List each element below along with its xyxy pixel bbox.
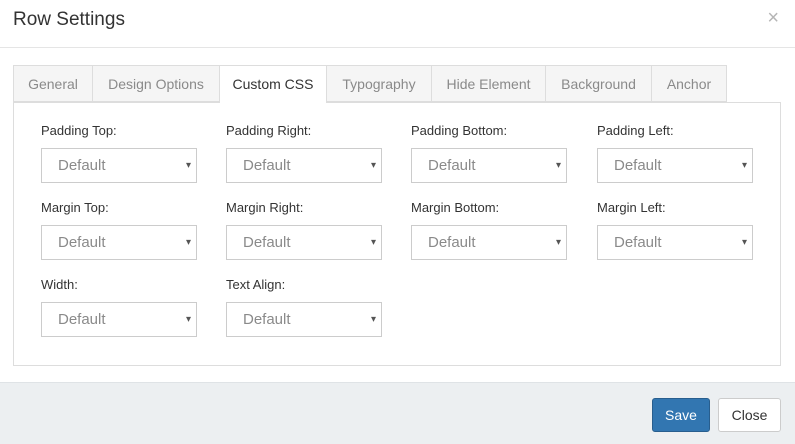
margin-left-select[interactable]: Default ▾ bbox=[597, 225, 753, 260]
margin-top-label: Margin Top: bbox=[41, 200, 109, 215]
margin-bottom-field: Margin Bottom: Default ▾ bbox=[411, 199, 567, 260]
chevron-down-icon: ▾ bbox=[370, 314, 376, 325]
text-align-label: Text Align: bbox=[226, 277, 286, 292]
chevron-down-icon: ▾ bbox=[185, 314, 191, 325]
margin-right-value: Default bbox=[243, 234, 291, 251]
chevron-down-icon: ▾ bbox=[555, 237, 561, 248]
padding-top-value: Default bbox=[58, 157, 106, 174]
padding-right-value: Default bbox=[243, 157, 291, 174]
dialog-title: Row Settings bbox=[13, 9, 125, 30]
margin-bottom-label: Margin Bottom: bbox=[411, 200, 500, 215]
padding-left-select[interactable]: Default ▾ bbox=[597, 148, 753, 183]
tab-bar: General Design Options Custom CSS Typogr… bbox=[13, 65, 727, 103]
custom-css-panel: Padding Top: Default ▾ Padding Right: De… bbox=[13, 102, 781, 366]
tab-design-options[interactable]: Design Options bbox=[92, 65, 219, 102]
close-button[interactable]: Close bbox=[718, 398, 781, 432]
width-field: Width: Default ▾ bbox=[41, 276, 197, 337]
margin-left-label: Margin Left: bbox=[597, 200, 666, 215]
padding-bottom-select[interactable]: Default ▾ bbox=[411, 148, 567, 183]
margin-left-field: Margin Left: Default ▾ bbox=[597, 199, 753, 260]
padding-left-value: Default bbox=[614, 157, 662, 174]
chevron-down-icon: ▾ bbox=[185, 160, 191, 171]
margin-bottom-value: Default bbox=[428, 234, 476, 251]
padding-top-label: Padding Top: bbox=[41, 123, 117, 138]
dialog-footer: Save Close bbox=[0, 382, 795, 444]
padding-bottom-label: Padding Bottom: bbox=[411, 123, 508, 138]
chevron-down-icon: ▾ bbox=[370, 160, 376, 171]
close-icon[interactable]: × bbox=[767, 8, 779, 28]
chevron-down-icon: ▾ bbox=[370, 237, 376, 248]
padding-left-field: Padding Left: Default ▾ bbox=[597, 122, 753, 183]
width-label: Width: bbox=[41, 277, 78, 292]
width-value: Default bbox=[58, 311, 106, 328]
dialog-header: Row Settings × bbox=[0, 0, 795, 48]
padding-left-label: Padding Left: bbox=[597, 123, 674, 138]
padding-right-field: Padding Right: Default ▾ bbox=[226, 122, 382, 183]
padding-top-field: Padding Top: Default ▾ bbox=[41, 122, 197, 183]
tab-background[interactable]: Background bbox=[545, 65, 651, 102]
chevron-down-icon: ▾ bbox=[741, 237, 747, 248]
row-settings-dialog: Row Settings × General Design Options Cu… bbox=[0, 0, 795, 444]
chevron-down-icon: ▾ bbox=[555, 160, 561, 171]
margin-top-select[interactable]: Default ▾ bbox=[41, 225, 197, 260]
text-align-field: Text Align: Default ▾ bbox=[226, 276, 382, 337]
save-button[interactable]: Save bbox=[652, 398, 710, 432]
margin-top-value: Default bbox=[58, 234, 106, 251]
tab-general[interactable]: General bbox=[13, 65, 92, 102]
margin-top-field: Margin Top: Default ▾ bbox=[41, 199, 197, 260]
margin-right-field: Margin Right: Default ▾ bbox=[226, 199, 382, 260]
text-align-select[interactable]: Default ▾ bbox=[226, 302, 382, 337]
margin-right-select[interactable]: Default ▾ bbox=[226, 225, 382, 260]
padding-right-label: Padding Right: bbox=[226, 123, 312, 138]
padding-top-select[interactable]: Default ▾ bbox=[41, 148, 197, 183]
margin-bottom-select[interactable]: Default ▾ bbox=[411, 225, 567, 260]
tab-anchor[interactable]: Anchor bbox=[651, 65, 727, 102]
padding-right-select[interactable]: Default ▾ bbox=[226, 148, 382, 183]
margin-left-value: Default bbox=[614, 234, 662, 251]
margin-right-label: Margin Right: bbox=[226, 200, 304, 215]
padding-bottom-field: Padding Bottom: Default ▾ bbox=[411, 122, 567, 183]
chevron-down-icon: ▾ bbox=[185, 237, 191, 248]
tab-hide-element[interactable]: Hide Element bbox=[431, 65, 545, 102]
width-select[interactable]: Default ▾ bbox=[41, 302, 197, 337]
chevron-down-icon: ▾ bbox=[741, 160, 747, 171]
tab-custom-css[interactable]: Custom CSS bbox=[219, 65, 327, 103]
tab-typography[interactable]: Typography bbox=[327, 65, 431, 102]
text-align-value: Default bbox=[243, 311, 291, 328]
padding-bottom-value: Default bbox=[428, 157, 476, 174]
